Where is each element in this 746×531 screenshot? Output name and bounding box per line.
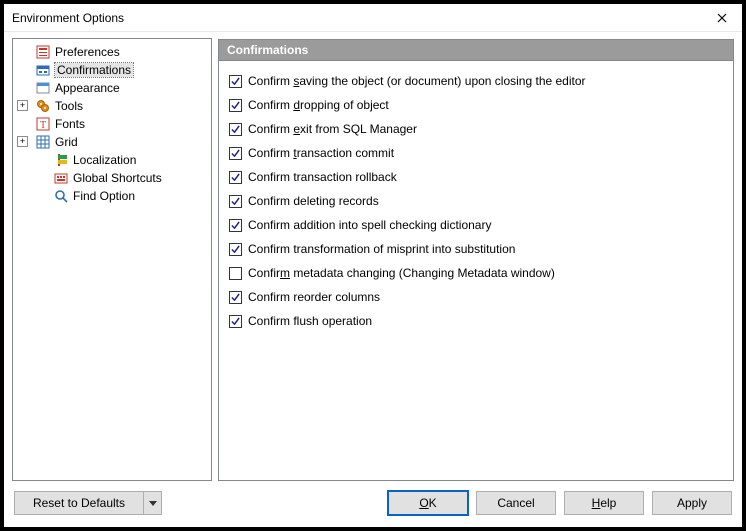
nav-tree: Preferences Confirmations bbox=[12, 38, 212, 481]
reset-split-button: Reset to Defaults bbox=[14, 491, 162, 515]
reset-dropdown-button[interactable] bbox=[144, 491, 162, 515]
localization-icon bbox=[53, 152, 69, 168]
tree-label: Preferences bbox=[55, 45, 120, 59]
checkbox-label[interactable]: Confirm transformation of misprint into … bbox=[248, 242, 515, 256]
svg-text:T: T bbox=[40, 120, 46, 131]
tree-label: Appearance bbox=[55, 81, 120, 95]
checkbox-label[interactable]: Confirm transaction commit bbox=[248, 146, 394, 160]
checkbox-label[interactable]: Confirm addition into spell checking dic… bbox=[248, 218, 491, 232]
help-button[interactable]: Help bbox=[564, 491, 644, 515]
ok-button[interactable]: OK bbox=[388, 491, 468, 515]
tools-icon bbox=[35, 98, 51, 114]
cancel-label: Cancel bbox=[497, 496, 534, 510]
tree-label: Tools bbox=[55, 99, 83, 113]
tree-item-global-shortcuts[interactable]: Global Shortcuts bbox=[15, 169, 209, 187]
tree-item-grid[interactable]: Grid bbox=[15, 133, 209, 151]
tree-item-confirmations[interactable]: Confirmations bbox=[15, 61, 209, 79]
checkbox[interactable] bbox=[229, 243, 242, 256]
apply-button[interactable]: Apply bbox=[652, 491, 732, 515]
reset-button[interactable]: Reset to Defaults bbox=[14, 491, 144, 515]
checkbox-label[interactable]: Confirm deleting records bbox=[248, 194, 379, 208]
checkbox[interactable] bbox=[229, 75, 242, 88]
content-pane: Confirmations Confirm saving the object … bbox=[218, 38, 734, 481]
checkbox-label[interactable]: Confirm exit from SQL Manager bbox=[248, 122, 417, 136]
tree-item-tools[interactable]: Tools bbox=[15, 97, 209, 115]
tree-item-find-option[interactable]: Find Option bbox=[15, 187, 209, 205]
ok-label: OK bbox=[419, 496, 436, 510]
help-label: Help bbox=[592, 496, 617, 510]
dialog-window: Environment Options Preferences bbox=[3, 3, 743, 528]
button-row: Reset to Defaults OK Cancel Help Apply bbox=[4, 481, 742, 527]
checkbox[interactable] bbox=[229, 99, 242, 112]
tree-item-localization[interactable]: Localization bbox=[15, 151, 209, 169]
fonts-icon: T bbox=[35, 116, 51, 132]
tree-label: Global Shortcuts bbox=[73, 171, 162, 185]
tree-label: Grid bbox=[55, 135, 78, 149]
expander-grid[interactable]: + bbox=[17, 136, 28, 147]
section-header: Confirmations bbox=[218, 39, 734, 60]
checkbox-row: Confirm exit from SQL Manager bbox=[229, 121, 723, 137]
appearance-icon bbox=[35, 80, 51, 96]
tree-label: Fonts bbox=[55, 117, 85, 131]
dialog-body: Preferences Confirmations bbox=[4, 32, 742, 481]
tree-label: Localization bbox=[73, 153, 136, 167]
grid-icon bbox=[35, 134, 51, 150]
checkbox-row: Confirm flush operation bbox=[229, 313, 723, 329]
titlebar: Environment Options bbox=[4, 4, 742, 32]
close-button[interactable] bbox=[702, 4, 742, 32]
confirmations-icon bbox=[35, 62, 51, 78]
checkbox-row: Confirm addition into spell checking dic… bbox=[229, 217, 723, 233]
checkbox[interactable] bbox=[229, 123, 242, 136]
checkbox-label[interactable]: Confirm dropping of object bbox=[248, 98, 389, 112]
checkbox[interactable] bbox=[229, 267, 242, 280]
preferences-icon bbox=[35, 44, 51, 60]
checkbox-row: Confirm metadata changing (Changing Meta… bbox=[229, 265, 723, 281]
checkbox-label[interactable]: Confirm transaction rollback bbox=[248, 170, 397, 184]
checkbox-row: Confirm transformation of misprint into … bbox=[229, 241, 723, 257]
find-icon bbox=[53, 188, 69, 204]
checkbox[interactable] bbox=[229, 171, 242, 184]
cancel-button[interactable]: Cancel bbox=[476, 491, 556, 515]
checkbox-label[interactable]: Confirm metadata changing (Changing Meta… bbox=[248, 266, 555, 280]
checkbox-row: Confirm transaction rollback bbox=[229, 169, 723, 185]
checkbox[interactable] bbox=[229, 195, 242, 208]
checkbox[interactable] bbox=[229, 147, 242, 160]
checkbox-row: Confirm dropping of object bbox=[229, 97, 723, 113]
tree-item-appearance[interactable]: Appearance bbox=[15, 79, 209, 97]
checkbox-label[interactable]: Confirm reorder columns bbox=[248, 290, 380, 304]
apply-label: Apply bbox=[677, 496, 707, 510]
checkbox-row: Confirm deleting records bbox=[229, 193, 723, 209]
tree-item-fonts[interactable]: T Fonts bbox=[15, 115, 209, 133]
checkbox-row: Confirm transaction commit bbox=[229, 145, 723, 161]
window-title: Environment Options bbox=[12, 11, 702, 25]
checkbox-row: Confirm saving the object (or document) … bbox=[229, 73, 723, 89]
checkbox[interactable] bbox=[229, 291, 242, 304]
checkbox-label[interactable]: Confirm flush operation bbox=[248, 314, 372, 328]
checkbox[interactable] bbox=[229, 315, 242, 328]
checkbox-label[interactable]: Confirm saving the object (or document) … bbox=[248, 74, 586, 88]
tree-label: Confirmations bbox=[55, 63, 133, 77]
tree-label: Find Option bbox=[73, 189, 135, 203]
section-body: Confirm saving the object (or document) … bbox=[218, 60, 734, 481]
shortcuts-icon bbox=[53, 170, 69, 186]
checkbox[interactable] bbox=[229, 219, 242, 232]
expander-tools[interactable]: + bbox=[17, 100, 28, 111]
checkbox-row: Confirm reorder columns bbox=[229, 289, 723, 305]
reset-label: Reset to Defaults bbox=[33, 496, 125, 510]
tree-item-preferences[interactable]: Preferences bbox=[15, 43, 209, 61]
